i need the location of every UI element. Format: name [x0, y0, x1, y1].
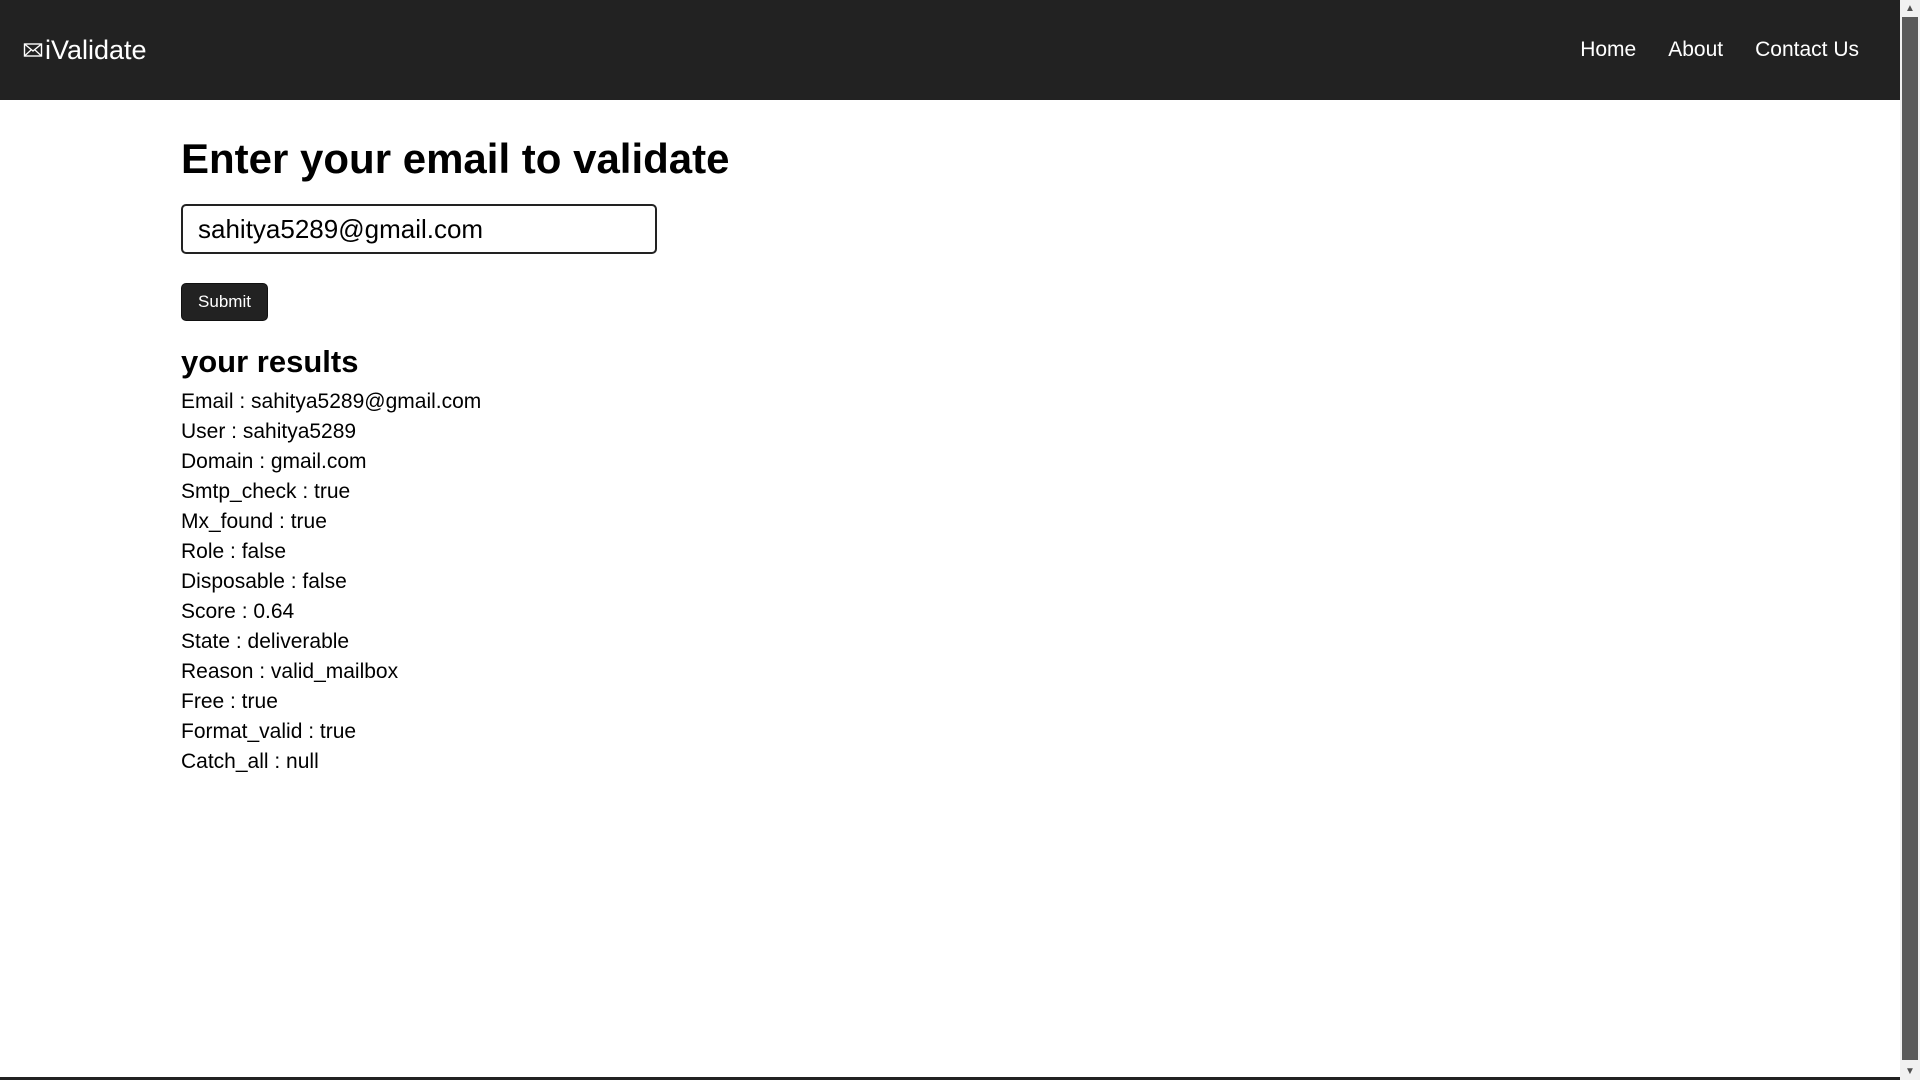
- page-title: Enter your email to validate: [181, 135, 730, 182]
- nav-links: Home About Contact Us: [1548, 0, 1859, 100]
- result-free: Free : true: [181, 690, 278, 713]
- result-reason: Reason : valid_mailbox: [181, 660, 399, 683]
- result-email: Email : sahitya5289@gmail.com: [181, 390, 482, 413]
- nav-home-link[interactable]: Home: [1580, 38, 1636, 62]
- envelope-icon: [23, 43, 43, 57]
- nav-about-link[interactable]: About: [1668, 38, 1723, 62]
- page: iValidate Home About Contact Us Enter yo…: [0, 0, 1900, 1080]
- arrow-down-icon[interactable]: ▼: [1900, 1063, 1920, 1080]
- result-smtp-check: Smtp_check : true: [181, 480, 351, 503]
- result-domain: Domain : gmail.com: [181, 450, 367, 473]
- result-catch-all: Catch_all : null: [181, 750, 319, 773]
- results-list: Email : sahitya5289@gmail.com User : sah…: [181, 387, 481, 777]
- result-mx-found: Mx_found : true: [181, 510, 327, 533]
- brand-name: iValidate: [45, 34, 147, 65]
- brand-link[interactable]: iValidate: [23, 0, 147, 100]
- nav-contact-link[interactable]: Contact Us: [1755, 38, 1859, 62]
- result-format-valid: Format_valid : true: [181, 720, 357, 743]
- result-score: Score : 0.64: [181, 600, 295, 623]
- result-user: User : sahitya5289: [181, 420, 357, 443]
- result-state: State : deliverable: [181, 630, 350, 653]
- results-title: your results: [181, 344, 359, 379]
- email-input[interactable]: [181, 204, 657, 254]
- scrollbar-thumb[interactable]: [1902, 17, 1918, 1060]
- vertical-scrollbar[interactable]: ▲ ▼: [1900, 0, 1920, 1080]
- main-content: Enter your email to validate Submit your…: [181, 130, 1381, 773]
- navbar: iValidate Home About Contact Us: [0, 0, 1900, 100]
- result-role: Role : false: [181, 540, 287, 563]
- result-disposable: Disposable : false: [181, 570, 347, 593]
- arrow-up-icon[interactable]: ▲: [1900, 0, 1920, 17]
- submit-button[interactable]: Submit: [181, 283, 268, 321]
